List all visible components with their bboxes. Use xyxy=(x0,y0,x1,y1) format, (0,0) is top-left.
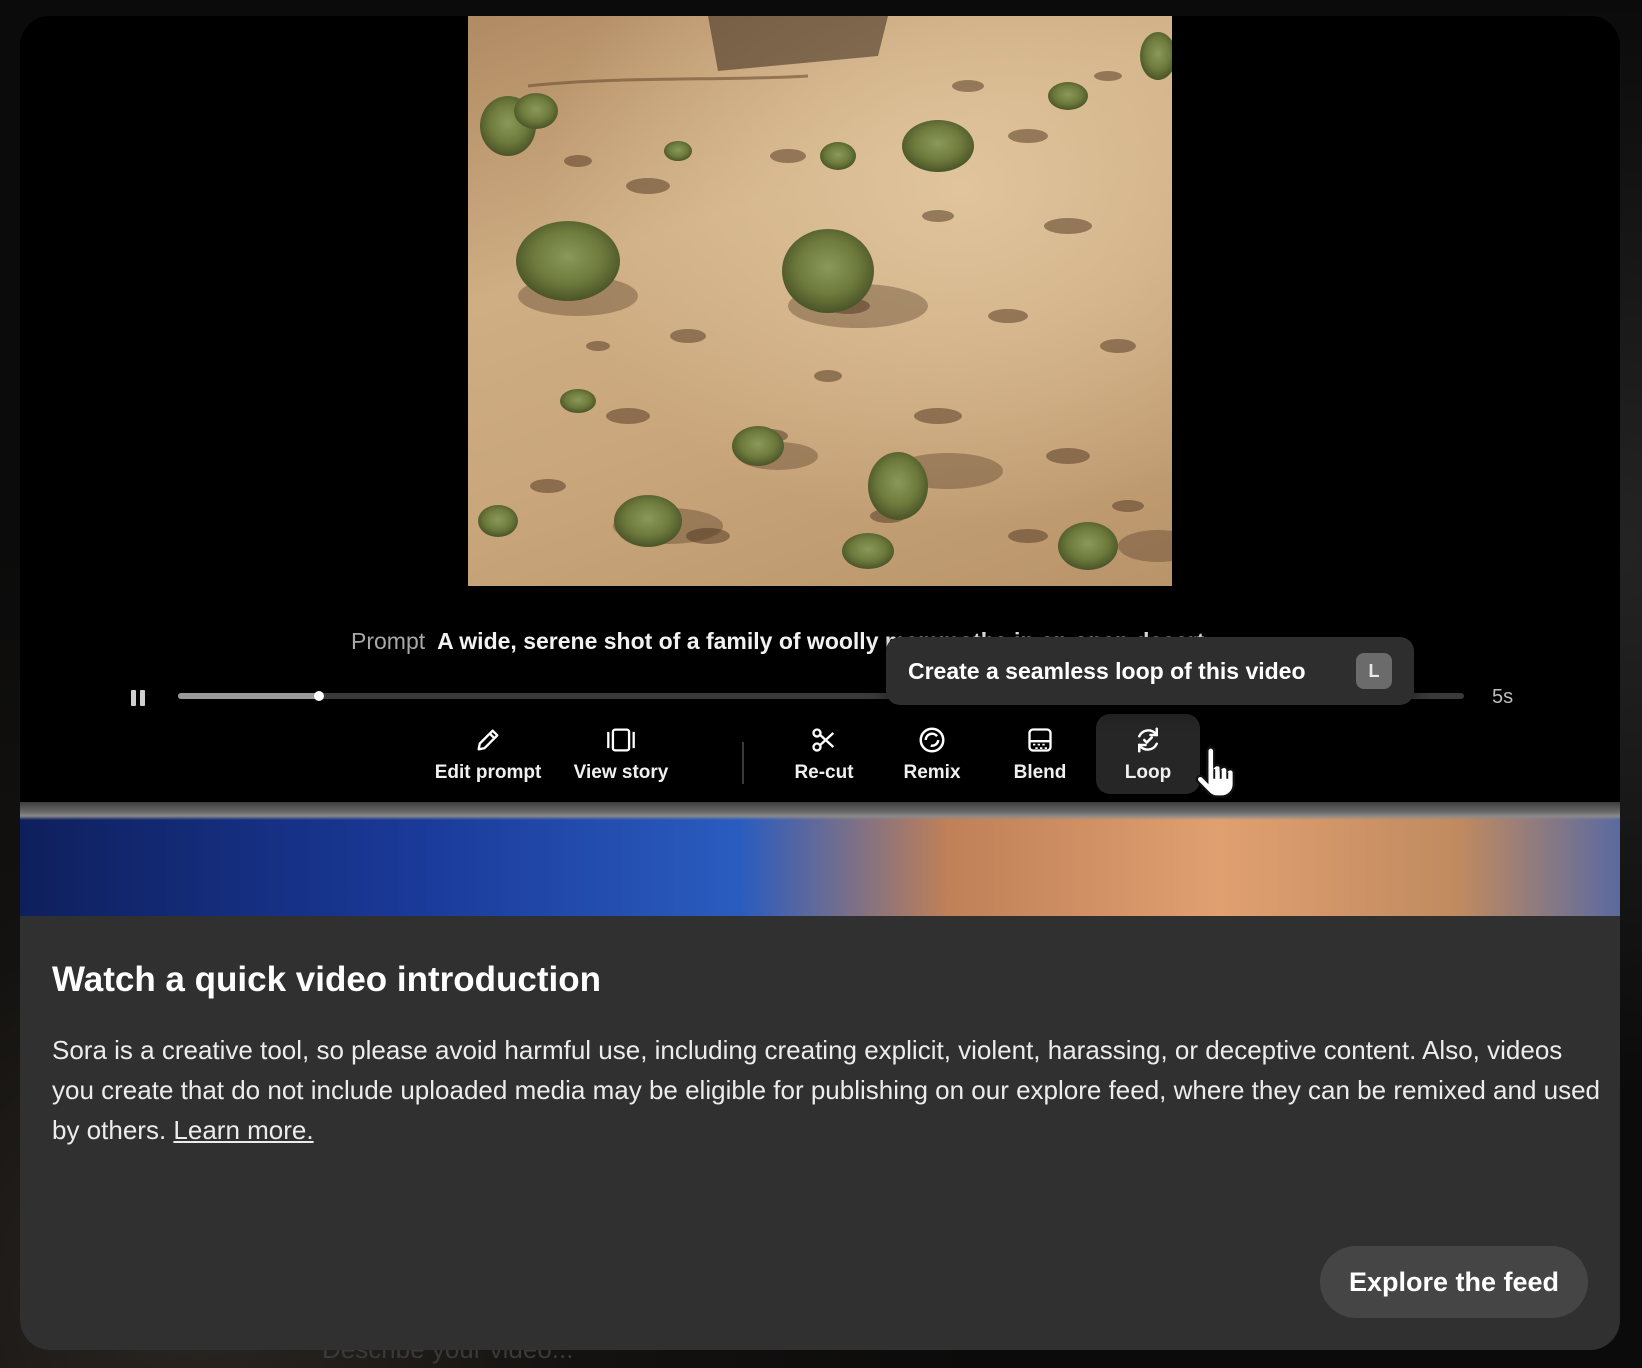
desert-scene-image xyxy=(478,16,1172,570)
timeline-scrubber[interactable] xyxy=(314,691,325,701)
explore-feed-button[interactable]: Explore the feed xyxy=(1320,1246,1588,1318)
prompt-label: Prompt xyxy=(351,628,426,654)
keyboard-shortcut-badge: L xyxy=(1356,653,1392,689)
edit-prompt-button[interactable]: Edit prompt xyxy=(422,714,554,794)
blend-icon xyxy=(1024,724,1056,756)
tooltip-text: Create a seamless loop of this video xyxy=(908,657,1306,684)
pause-button[interactable] xyxy=(124,684,152,712)
loop-button[interactable]: Loop xyxy=(1096,714,1200,794)
blend-button[interactable]: Blend xyxy=(988,714,1092,794)
recut-button[interactable]: Re-cut xyxy=(772,714,876,794)
hand-cursor-icon xyxy=(1192,746,1238,805)
video-action-toolbar: Edit prompt View story Re-cut Remix Blen… xyxy=(20,714,1620,794)
loop-icon xyxy=(1132,724,1164,756)
video-preview[interactable] xyxy=(468,16,1172,586)
intro-info-panel: Watch a quick video introduction Sora is… xyxy=(20,916,1620,1350)
timeline-progress xyxy=(178,693,320,699)
toolbar-divider xyxy=(742,742,744,784)
intro-title: Watch a quick video introduction xyxy=(52,960,602,999)
storyboard-icon xyxy=(605,724,637,756)
remix-icon xyxy=(916,724,948,756)
video-intro-modal: Prompt A wide, serene shot of a family of… xyxy=(20,16,1620,1350)
video-duration: 5s xyxy=(1492,686,1514,708)
intro-banner-gradient xyxy=(20,802,1620,916)
loop-tooltip: Create a seamless loop of this video L xyxy=(886,637,1414,705)
remix-button[interactable]: Remix xyxy=(880,714,984,794)
intro-body: Sora is a creative tool, so please avoid… xyxy=(52,1030,1602,1150)
view-story-button[interactable]: View story xyxy=(558,714,684,794)
pause-icon xyxy=(131,690,136,706)
video-player: Prompt A wide, serene shot of a family of… xyxy=(20,16,1620,802)
pencil-icon xyxy=(472,724,504,756)
learn-more-link[interactable]: Learn more. xyxy=(173,1115,313,1145)
scissors-icon xyxy=(808,724,840,756)
